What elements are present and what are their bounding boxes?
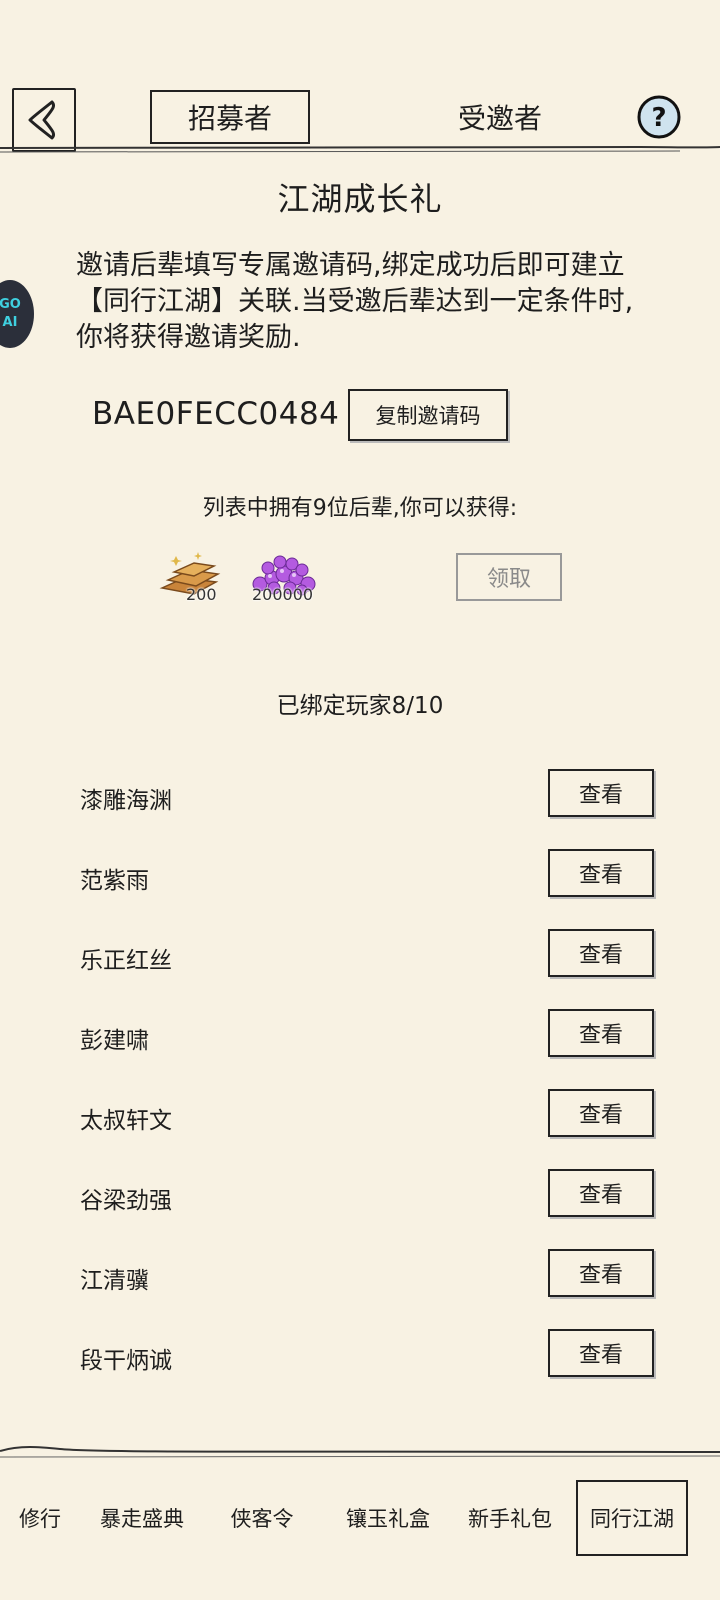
view-button[interactable]: 查看 <box>548 1169 654 1217</box>
view-button[interactable]: 查看 <box>548 1009 654 1057</box>
player-name: 太叔轩文 <box>80 1108 172 1134</box>
list-item: 范紫雨 查看 <box>80 849 656 901</box>
list-item: 乐正红丝 查看 <box>80 929 656 981</box>
tab-invitee[interactable]: 受邀者 <box>420 90 580 144</box>
claim-button[interactable]: 领取 <box>456 553 562 601</box>
section-title: 江湖成长礼 <box>277 180 443 218</box>
floating-assistant-icon[interactable]: GO AI <box>0 280 34 348</box>
header-divider <box>0 145 720 153</box>
svg-text:GO: GO <box>0 297 21 312</box>
back-arrow-icon <box>28 100 56 140</box>
player-name: 段干炳诚 <box>80 1348 172 1374</box>
bottom-nav: 修行 暴走盛典 侠客令 镶玉礼盒 新手礼包 同行江湖 <box>0 1480 720 1560</box>
list-info-text: 列表中拥有9位后辈,你可以获得: <box>202 496 518 521</box>
view-button[interactable]: 查看 <box>548 1089 654 1137</box>
view-button[interactable]: 查看 <box>548 849 654 897</box>
reward-gems-amount: 200000 <box>252 585 314 604</box>
description-text: 邀请后辈填写专属邀请码,绑定成功后即可建立【同行江湖】关联.当受邀后辈达到一定条… <box>76 250 634 353</box>
svg-text:AI: AI <box>3 315 18 330</box>
bound-player-count: 已绑定玩家8/10 <box>276 693 444 719</box>
list-item: 谷梁劲强 查看 <box>80 1169 656 1221</box>
copy-code-button[interactable]: 复制邀请码 <box>348 389 508 441</box>
list-item: 段干炳诚 查看 <box>80 1329 656 1381</box>
nav-item-jade-box[interactable]: 镶玉礼盒 <box>334 1480 442 1556</box>
view-button[interactable]: 查看 <box>548 1249 654 1297</box>
tab-recruiter[interactable]: 招募者 <box>150 90 310 144</box>
view-button[interactable]: 查看 <box>548 929 654 977</box>
reward-gold: 200 <box>154 548 230 608</box>
svg-text:?: ? <box>651 103 666 133</box>
player-name: 江清骥 <box>80 1268 149 1294</box>
reward-gems: 200000 <box>244 548 324 608</box>
player-name: 彭建啸 <box>80 1028 149 1054</box>
view-button[interactable]: 查看 <box>548 1329 654 1377</box>
nav-item-carnival[interactable]: 暴走盛典 <box>88 1480 196 1556</box>
nav-item-practice[interactable]: 修行 <box>8 1480 72 1556</box>
view-button[interactable]: 查看 <box>548 769 654 817</box>
list-item: 彭建啸 查看 <box>80 1009 656 1061</box>
footer-divider <box>0 1446 720 1458</box>
player-name: 范紫雨 <box>80 868 149 894</box>
question-mark-icon: ? <box>637 95 681 139</box>
help-button[interactable]: ? <box>636 94 682 140</box>
nav-item-newbie-pack[interactable]: 新手礼包 <box>456 1480 564 1556</box>
list-item: 太叔轩文 查看 <box>80 1089 656 1141</box>
invite-code: BAE0FECC0484 <box>92 396 340 432</box>
player-name: 谷梁劲强 <box>80 1188 172 1214</box>
player-name: 乐正红丝 <box>80 948 172 974</box>
list-item: 漆雕海渊 查看 <box>80 769 656 821</box>
reward-gold-amount: 200 <box>186 585 217 604</box>
nav-item-fellow-jianghu[interactable]: 同行江湖 <box>576 1480 688 1556</box>
player-name: 漆雕海渊 <box>80 788 172 814</box>
nav-item-hero-token[interactable]: 侠客令 <box>214 1480 310 1556</box>
top-bar: 招募者 受邀者 ? <box>0 70 720 152</box>
list-item: 江清骥 查看 <box>80 1249 656 1301</box>
